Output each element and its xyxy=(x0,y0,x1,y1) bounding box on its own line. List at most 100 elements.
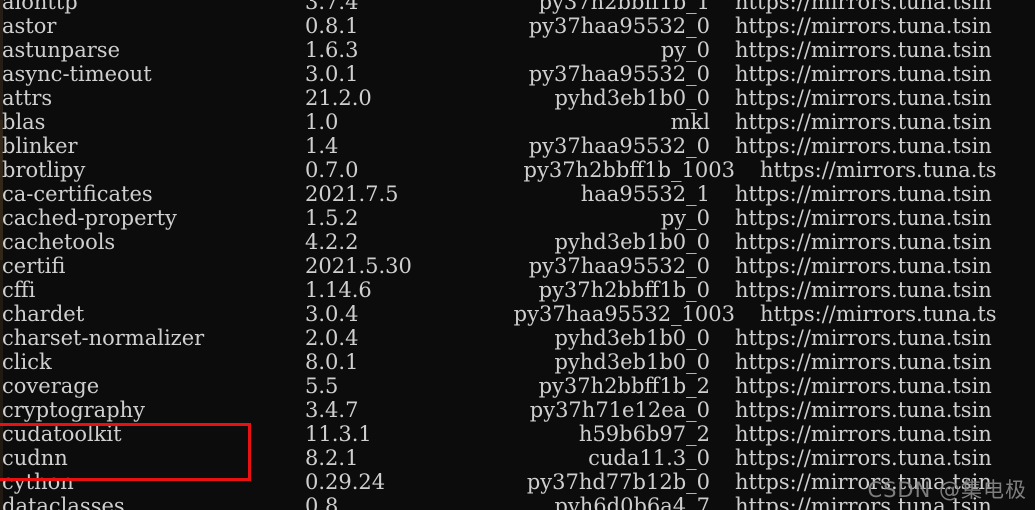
package-row: cudatoolkit 11.3.1 h59b6b97_2 https://mirro… xyxy=(0,422,1035,446)
package-build: py37haa95532_0 xyxy=(528,62,710,86)
package-version: 0.8 xyxy=(305,494,339,510)
package-name: cffi xyxy=(2,278,36,302)
package-channel: https://mirrors.tuna.tsin xyxy=(735,254,992,278)
package-row: cached-property 1.5.2 py_0 https://mirrors.… xyxy=(0,206,1035,230)
package-name: dataclasses xyxy=(2,494,125,510)
package-build: h59b6b97_2 xyxy=(578,422,710,446)
package-name: brotlipy xyxy=(2,158,86,182)
package-version: 2021.5.30 xyxy=(305,254,412,278)
package-channel: https://mirrors.tuna.tsin xyxy=(735,350,992,374)
package-name: charset-normalizer xyxy=(2,326,205,350)
package-channel: https://mirrors.tuna.tsin xyxy=(735,206,992,230)
package-name: astunparse xyxy=(2,38,120,62)
package-build: pyhd3eb1b0_0 xyxy=(554,230,710,254)
package-name: attrs xyxy=(2,86,53,110)
package-row: click 8.0.1 pyhd3eb1b0_0 https://mirrors.tu… xyxy=(0,350,1035,374)
package-channel: https://mirrors.tuna.tsin xyxy=(735,0,992,14)
package-row: charset-normalizer 2.0.4 pyhd3eb1b0_0 https… xyxy=(0,326,1035,350)
package-name: astor xyxy=(2,14,57,38)
package-channel: https://mirrors.tuna.tsin xyxy=(735,86,992,110)
package-name: click xyxy=(2,350,52,374)
package-row: attrs 21.2.0 pyhd3eb1b0_0 https://mirrors.t… xyxy=(0,86,1035,110)
package-channel: https://mirrors.tuna.ts xyxy=(760,302,997,326)
package-row: blinker 1.4 py37haa95532_0 https://mirrors.… xyxy=(0,134,1035,158)
package-channel: https://mirrors.tuna.tsin xyxy=(735,110,992,134)
package-channel: https://mirrors.tuna.tsin xyxy=(735,446,992,470)
package-row: cffi 1.14.6 py37h2bbff1b_0 https://mirrors.… xyxy=(0,278,1035,302)
package-name: certifi xyxy=(2,254,66,278)
package-version: 1.6.3 xyxy=(305,38,359,62)
package-name: chardet xyxy=(2,302,85,326)
package-name: blinker xyxy=(2,134,78,158)
package-build: py37hd77b12b_0 xyxy=(526,470,710,494)
package-channel: https://mirrors.tuna.tsin xyxy=(735,326,992,350)
package-build: pyhd3eb1b0_0 xyxy=(554,86,710,110)
package-channel: https://mirrors.tuna.tsin xyxy=(735,14,992,38)
package-row: brotlipy 0.7.0 py37h2bbff1b_1003 https://mi… xyxy=(0,158,1035,182)
package-name: cudatoolkit xyxy=(2,422,122,446)
terminal-window: aiohttp 3.7.4 py37h2bbff1b_1 https://mirror… xyxy=(0,0,1035,510)
package-build: pyhd3eb1b0_0 xyxy=(554,350,710,374)
package-build: haa95532_1 xyxy=(580,182,710,206)
package-version: 0.29.24 xyxy=(305,470,386,494)
package-row: ca-certificates 2021.7.5 haa95532_1 https:/… xyxy=(0,182,1035,206)
package-version: 1.0 xyxy=(305,110,339,134)
package-name: ca-certificates xyxy=(2,182,153,206)
package-row: aiohttp 3.7.4 py37h2bbff1b_1 https://mirror… xyxy=(0,0,1035,14)
package-version: 1.14.6 xyxy=(305,278,372,302)
package-version: 8.0.1 xyxy=(305,350,359,374)
package-version: 5.5 xyxy=(305,374,339,398)
package-version: 4.2.2 xyxy=(305,230,359,254)
package-name: cachetools xyxy=(2,230,116,254)
package-build: mkl xyxy=(670,110,710,134)
package-name: cryptography xyxy=(2,398,146,422)
package-channel: https://mirrors.tuna.ts xyxy=(760,158,997,182)
package-row: cachetools 4.2.2 pyhd3eb1b0_0 https://mirro… xyxy=(0,230,1035,254)
package-name: coverage xyxy=(2,374,100,398)
package-name: cython xyxy=(2,470,74,494)
package-channel: https://mirrors.tuna.tsin xyxy=(735,38,992,62)
package-version: 1.5.2 xyxy=(305,206,359,230)
package-build: py_0 xyxy=(660,206,710,230)
package-build: py_0 xyxy=(660,38,710,62)
package-build: py37haa95532_1003 xyxy=(513,302,735,326)
package-version: 3.0.4 xyxy=(305,302,359,326)
package-build: pyh6d0b6a4_7 xyxy=(554,494,710,510)
package-name: cached-property xyxy=(2,206,177,230)
package-row: astunparse 1.6.3 py_0 https://mirrors.tuna.… xyxy=(0,38,1035,62)
package-row: certifi 2021.5.30 py37haa95532_0 https://mi… xyxy=(0,254,1035,278)
package-name: aiohttp xyxy=(2,0,78,14)
package-channel: https://mirrors.tuna.tsin xyxy=(735,182,992,206)
package-name: blas xyxy=(2,110,46,134)
package-build: py37haa95532_0 xyxy=(528,254,710,278)
package-channel: https://mirrors.tuna.tsin xyxy=(735,62,992,86)
package-channel: https://mirrors.tuna.tsin xyxy=(735,230,992,254)
package-version: 2021.7.5 xyxy=(305,182,399,206)
package-row: cryptography 3.4.7 py37h71e12ea_0 https://m… xyxy=(0,398,1035,422)
package-row: chardet 3.0.4 py37haa95532_1003 https://mir… xyxy=(0,302,1035,326)
package-version: 11.3.1 xyxy=(305,422,372,446)
package-build: py37haa95532_0 xyxy=(528,134,710,158)
package-version: 2.0.4 xyxy=(305,326,359,350)
package-build: py37h2bbff1b_1 xyxy=(538,0,710,14)
package-row: coverage 5.5 py37h2bbff1b_2 https://mirrors… xyxy=(0,374,1035,398)
package-build: py37haa95532_0 xyxy=(528,14,710,38)
package-version: 8.2.1 xyxy=(305,446,359,470)
package-channel: https://mirrors.tuna.tsin xyxy=(735,134,992,158)
package-channel: https://mirrors.tuna.tsin xyxy=(735,278,992,302)
package-row: async-timeout 3.0.1 py37haa95532_0 https://… xyxy=(0,62,1035,86)
package-version: 3.0.1 xyxy=(305,62,359,86)
package-channel: https://mirrors.tuna.tsin xyxy=(735,398,992,422)
package-version: 0.7.0 xyxy=(305,158,359,182)
package-version: 0.8.1 xyxy=(305,14,359,38)
package-name: async-timeout xyxy=(2,62,152,86)
package-channel: https://mirrors.tuna.tsin xyxy=(735,422,992,446)
package-channel: https://mirrors.tuna.tsin xyxy=(735,374,992,398)
package-build: pyhd3eb1b0_0 xyxy=(554,326,710,350)
package-version: 1.4 xyxy=(305,134,339,158)
package-version: 3.4.7 xyxy=(305,398,359,422)
package-row: cudnn 8.2.1 cuda11.3_0 https://mirrors.tuna… xyxy=(0,446,1035,470)
package-build: py37h2bbff1b_0 xyxy=(538,278,710,302)
package-name: cudnn xyxy=(2,446,68,470)
package-row: blas 1.0 mkl https://mirrors.tuna.tsin xyxy=(0,110,1035,134)
